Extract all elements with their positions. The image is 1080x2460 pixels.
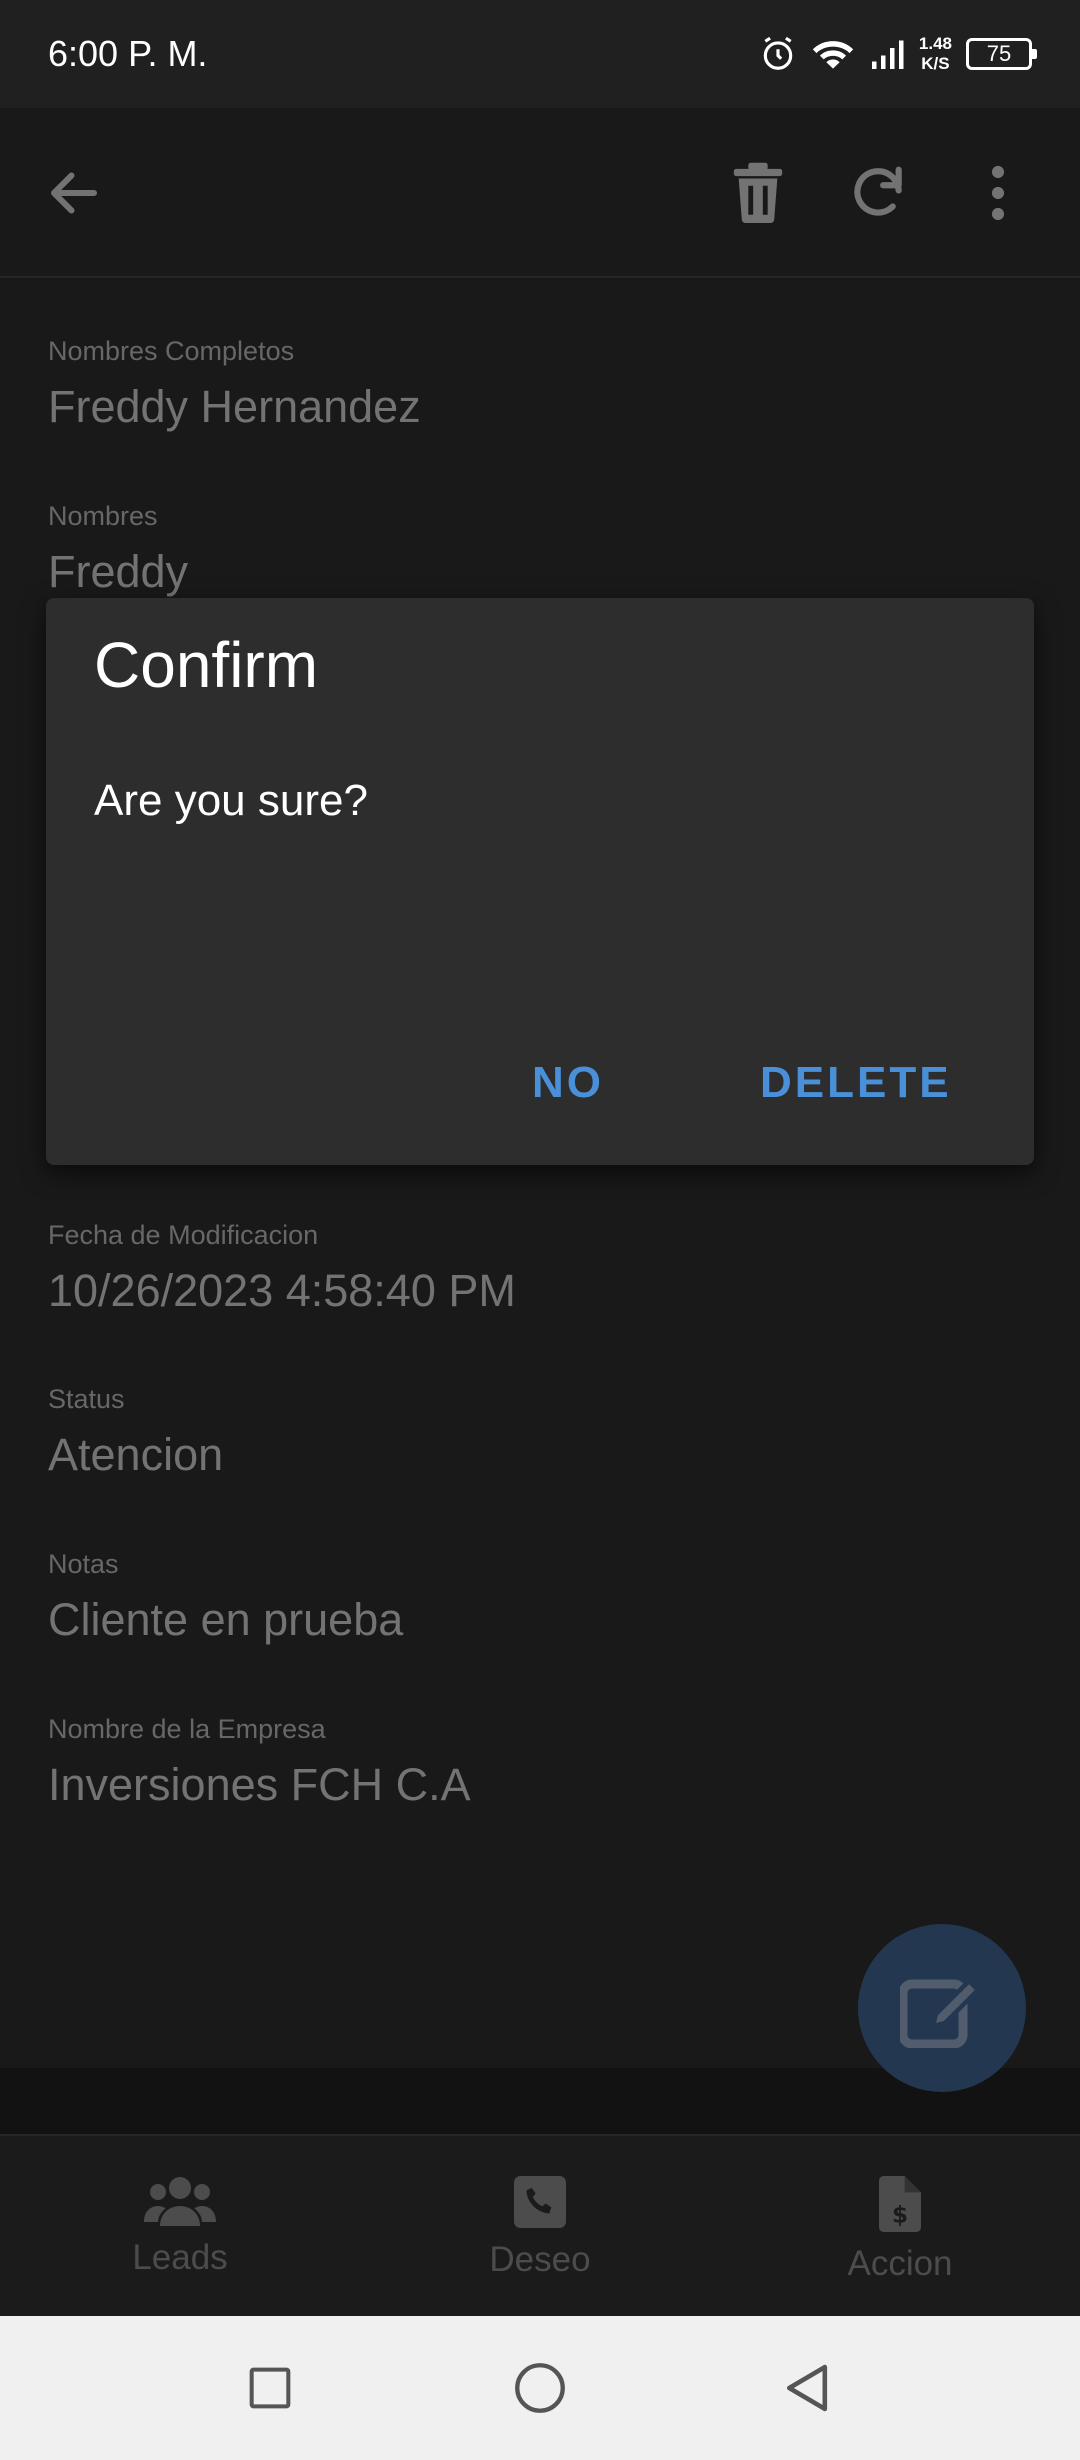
status-time: 6:00 P. M. <box>48 33 208 74</box>
status-bar: 6:00 P. M. 1.48 K/S 75 <box>0 0 1080 108</box>
system-nav-bar <box>0 2316 1080 2460</box>
no-button[interactable]: NO <box>532 1058 604 1108</box>
dialog-message: Are you sure? <box>94 776 368 825</box>
wifi-icon <box>812 41 854 69</box>
triangle-back-icon <box>786 2364 828 2412</box>
net-speed-unit: K/S <box>921 54 950 73</box>
confirm-dialog: Confirm Are you sure? NO DELETE <box>46 598 1034 1165</box>
dialog-scrim[interactable] <box>0 108 1080 2316</box>
circle-icon <box>515 2363 565 2413</box>
alarm-icon <box>763 36 793 70</box>
battery-level: 75 <box>986 41 1012 66</box>
system-back-button[interactable] <box>770 2352 842 2424</box>
delete-confirm-button[interactable]: DELETE <box>760 1058 952 1108</box>
recents-button[interactable] <box>234 2352 306 2424</box>
net-speed-value: 1.48 <box>918 34 952 53</box>
net-speed: 1.48 K/S <box>919 34 952 74</box>
home-button[interactable] <box>504 2352 576 2424</box>
status-icons: 1.48 K/S 75 <box>759 34 1037 74</box>
dialog-title: Confirm <box>94 629 319 701</box>
square-icon <box>249 2367 291 2409</box>
signal-icon <box>871 40 904 69</box>
battery-icon: 75 <box>966 38 1037 70</box>
